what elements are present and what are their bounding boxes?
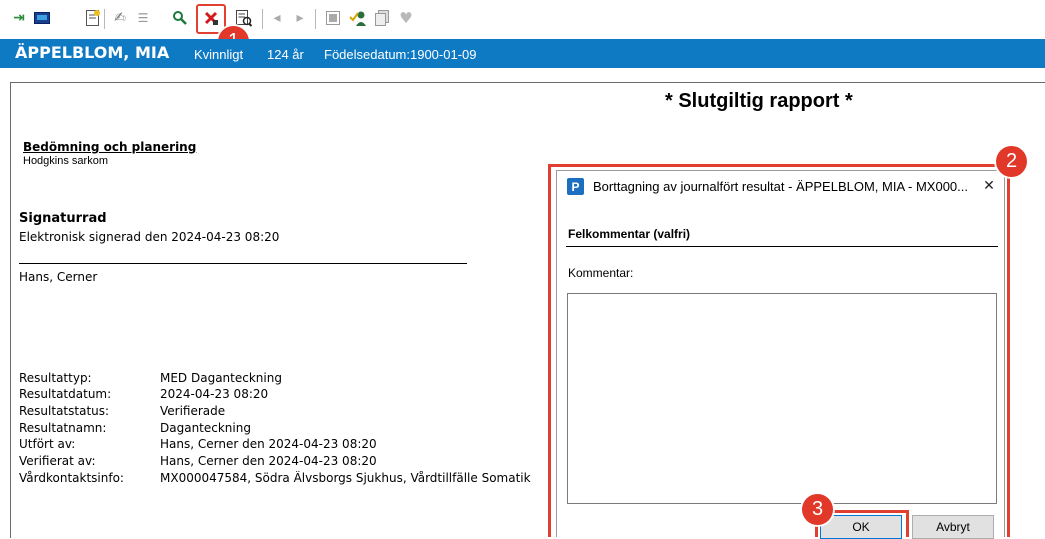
card-icon[interactable] bbox=[33, 9, 51, 27]
field-label: Resultattyp: bbox=[19, 371, 92, 385]
signature-line bbox=[19, 263, 467, 264]
signature-heading: Signaturrad bbox=[19, 211, 107, 226]
patient-gender: Kvinnligt bbox=[194, 47, 244, 62]
print-preview-icon[interactable] bbox=[235, 9, 253, 27]
field-label: Utfört av: bbox=[19, 437, 76, 451]
image-icon[interactable] bbox=[324, 9, 342, 27]
field-value: Verifierade bbox=[160, 404, 226, 418]
field-label: Vårdkontaktsinfo: bbox=[19, 471, 124, 485]
signer-name: Hans, Cerner bbox=[19, 270, 98, 284]
field-label: Resultatstatus: bbox=[19, 404, 110, 418]
field-label: Verifierat av: bbox=[19, 454, 96, 468]
field-value: MX000047584, Södra Älvsborgs Sjukhus, Vå… bbox=[160, 471, 531, 485]
report-title: * Slutgiltig rapport * bbox=[665, 90, 853, 112]
toolbar-separator bbox=[104, 9, 105, 29]
app-icon: P bbox=[567, 178, 584, 195]
section-divider bbox=[566, 246, 998, 247]
arrow-left-icon[interactable]: ◂ bbox=[268, 9, 286, 27]
documents-icon[interactable] bbox=[373, 9, 391, 27]
remove-result-dialog: P Borttagning av journalfört resultat - … bbox=[556, 170, 1005, 539]
signature-text: Elektronisk signerad den 2024-04-23 08:2… bbox=[19, 230, 280, 244]
patient-name: ÄPPELBLOM, MIA bbox=[15, 43, 170, 62]
patient-birthdate: Födelsedatum:1900-01-09 bbox=[324, 47, 477, 62]
delete-button-highlight bbox=[196, 4, 226, 34]
field-value: 2024-04-23 08:20 bbox=[160, 387, 269, 401]
list-icon[interactable]: ☰ bbox=[134, 9, 152, 27]
field-label: Resultatnamn: bbox=[19, 421, 107, 435]
toolbar: ⇥ ✍ ☰ ◂ ▸ ♥ bbox=[0, 0, 1045, 39]
exit-icon[interactable]: ⇥ bbox=[10, 9, 28, 27]
field-value: Hans, Cerner den 2024-04-23 08:20 bbox=[160, 454, 377, 468]
callout-3: 3 bbox=[802, 494, 833, 525]
sign-icon[interactable]: ✍ bbox=[111, 9, 129, 27]
new-document-icon[interactable] bbox=[84, 9, 102, 27]
patient-banner: ÄPPELBLOM, MIA Kvinnligt 124 år Födelsed… bbox=[0, 39, 1045, 68]
heart-icon[interactable]: ♥ bbox=[397, 9, 415, 27]
search-icon[interactable] bbox=[171, 9, 189, 27]
patient-age: 124 år bbox=[267, 47, 304, 62]
comment-label: Kommentar: bbox=[568, 266, 634, 280]
user-check-icon[interactable] bbox=[349, 9, 367, 27]
field-value: MED Daganteckning bbox=[160, 371, 282, 385]
cancel-button[interactable]: Avbryt bbox=[912, 515, 994, 539]
arrow-right-icon[interactable]: ▸ bbox=[291, 9, 309, 27]
callout-2: 2 bbox=[996, 146, 1027, 177]
field-value: Daganteckning bbox=[160, 421, 251, 435]
assessment-text: Hodgkins sarkom bbox=[23, 155, 108, 167]
field-label: Resultatdatum: bbox=[19, 387, 112, 401]
toolbar-separator bbox=[315, 9, 316, 29]
error-comment-heading: Felkommentar (valfri) bbox=[568, 227, 691, 241]
close-icon[interactable]: ✕ bbox=[978, 175, 1000, 197]
field-value: Hans, Cerner den 2024-04-23 08:20 bbox=[160, 437, 377, 451]
toolbar-separator bbox=[262, 9, 263, 29]
dialog-title: Borttagning av journalfört resultat - ÄP… bbox=[593, 179, 969, 194]
comment-input[interactable] bbox=[567, 293, 997, 504]
assessment-heading: Bedömning och planering bbox=[23, 140, 197, 154]
